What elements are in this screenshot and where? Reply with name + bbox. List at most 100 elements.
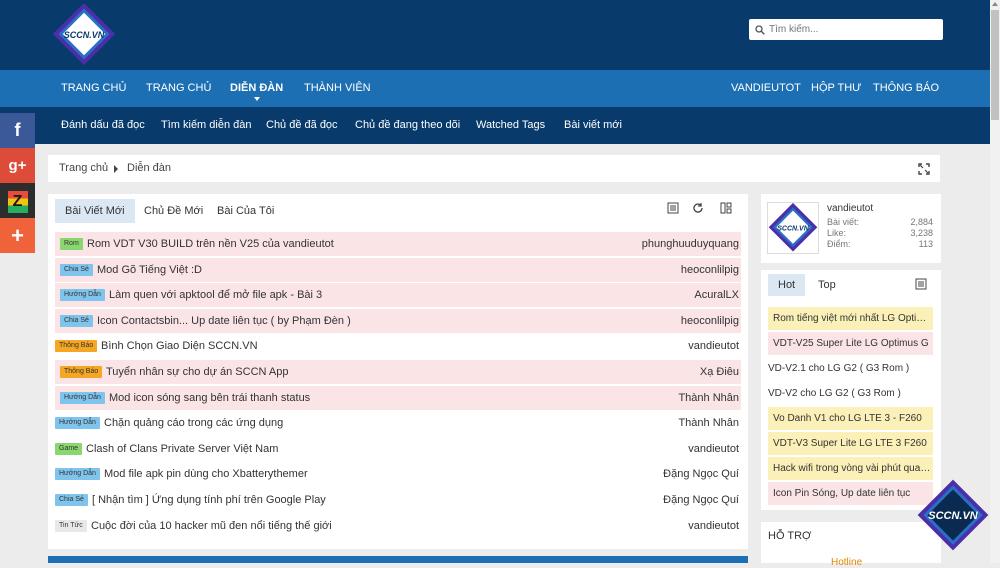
facebook-icon[interactable]: f xyxy=(0,113,35,148)
scroll-up-arrow-icon[interactable] xyxy=(992,2,998,6)
thread-row[interactable]: Game Clash of Clans Private Server Việt N… xyxy=(55,437,741,461)
thread-title[interactable]: Làm quen với apktool để mở file apk - Bà… xyxy=(109,283,322,307)
thread-row[interactable]: Hướng Dẫn Chặn quảng cáo trong các ứng dụ… xyxy=(55,411,741,435)
caret-down-icon xyxy=(253,97,260,101)
thread-last-poster[interactable]: Đặng Ngọc Quí xyxy=(663,488,739,512)
thread-last-poster[interactable]: phunghuuduyquang xyxy=(642,232,739,256)
subnav-read-threads[interactable]: Chủ đề đã đọc xyxy=(266,107,338,144)
nav-home-2[interactable]: TRANG CHỦ xyxy=(146,70,211,107)
thread-last-poster[interactable]: vandieutot xyxy=(688,437,739,461)
nav-inbox[interactable]: HỘP THƯ xyxy=(811,70,862,107)
search-icon xyxy=(755,24,765,35)
thread-title[interactable]: Tuyển nhân sự cho dự án SCCN App xyxy=(106,360,288,384)
thread-row[interactable]: Hướng Dẫn Mod file apk pin dùng cho Xbatt… xyxy=(55,462,741,486)
thread-prefix-badge[interactable]: Hướng Dẫn xyxy=(60,391,105,404)
thread-row[interactable]: Chia Sẻ Mod Gõ Tiếng Việt :D heoconlilpig xyxy=(55,257,741,282)
tab-new-threads[interactable]: Chủ Đề Mới xyxy=(134,199,213,223)
site-header: SCCN.VN xyxy=(0,0,990,70)
thread-row[interactable]: Rom Rom VDT V30 BUILD trên nền V25 của va… xyxy=(55,232,741,256)
hot-thread-item[interactable]: Icon Pin Sóng, Up date liên tục xyxy=(768,482,933,505)
hot-thread-item[interactable]: VDT-V25 Super Lite LG Optimus G xyxy=(768,332,933,355)
hot-thread-item[interactable]: VD-V2.1 cho LG G2 ( G3 Rom ) xyxy=(763,357,928,380)
column-view-icon[interactable] xyxy=(718,202,734,218)
scroll-thumb[interactable] xyxy=(991,10,999,120)
floating-logo[interactable]: SCCN.VN xyxy=(912,474,994,556)
thread-prefix-badge[interactable]: Thông Báo xyxy=(55,340,98,353)
thread-last-poster[interactable]: Đặng Ngọc Quí xyxy=(663,462,739,486)
tab-new-posts[interactable]: Bài Viết Mới xyxy=(55,199,135,223)
search-input[interactable] xyxy=(769,24,929,35)
hot-thread-item[interactable]: Rom tiếng việt mới nhất LG Optimus G xyxy=(768,307,933,330)
site-logo[interactable]: SCCN.VN xyxy=(52,2,116,66)
thread-prefix-badge[interactable]: Hướng Dẫn xyxy=(60,289,105,302)
thread-row[interactable]: Hướng Dẫn Mod icon sóng sang bên trái tha… xyxy=(55,385,741,410)
thread-prefix-badge[interactable]: Chia Sẻ xyxy=(55,494,88,506)
fullscreen-icon[interactable] xyxy=(918,163,930,175)
thread-row[interactable]: Chia Sẻ [ Nhận tìm ] Ứng dụng tính phí tr… xyxy=(55,488,741,512)
hot-thread-item[interactable]: VD-V2 cho LG G2 ( G3 Rom ) xyxy=(763,382,928,405)
thread-prefix-badge[interactable]: Hướng Dẫn xyxy=(55,417,100,430)
thread-last-poster[interactable]: Thành Nhân xyxy=(678,386,739,410)
hot-thread-item[interactable]: VDT-V3 Super Lite LG LTE 3 F260 xyxy=(768,432,933,455)
nav-members[interactable]: THÀNH VIÊN xyxy=(304,70,371,107)
thread-last-poster[interactable]: heoconlilpig xyxy=(681,309,739,333)
subnav-search-forums[interactable]: Tìm kiếm diễn đàn xyxy=(161,107,251,144)
nav-home[interactable]: TRANG CHỦ xyxy=(61,70,126,107)
hot-thread-item[interactable]: Hack wifi trong vòng vài phút qua WPS xyxy=(768,457,933,480)
subnav-new-posts[interactable]: Bài viết mới xyxy=(564,107,622,144)
thread-title[interactable]: Mod Gõ Tiếng Việt :D xyxy=(97,258,202,282)
tab-top[interactable]: Top xyxy=(808,274,846,296)
search-box[interactable] xyxy=(749,19,943,40)
thread-prefix-badge[interactable]: Chia Sẻ xyxy=(60,263,93,276)
subnav-watched-threads[interactable]: Chủ đề đang theo dõi xyxy=(355,107,460,144)
thread-title[interactable]: Cuộc đời của 10 hacker mũ đen nổi tiếng … xyxy=(91,514,332,538)
thread-row[interactable]: Tin Tức Cuộc đời của 10 hacker mũ đen nổi… xyxy=(55,514,741,538)
thread-row[interactable]: Chia Sẻ Icon Contactsbin... Up date liên … xyxy=(55,308,741,333)
thread-last-poster[interactable]: Xạ Điêu xyxy=(700,360,739,384)
stat-posts-value: 2,884 xyxy=(910,217,933,227)
tab-hot[interactable]: Hot xyxy=(768,274,806,296)
zing-icon[interactable]: Z xyxy=(0,183,35,218)
breadcrumb-home[interactable]: Trang chủ xyxy=(59,155,108,182)
list-view-icon[interactable] xyxy=(915,278,927,290)
google-plus-icon[interactable]: g+ xyxy=(0,148,35,183)
tab-my-posts[interactable]: Bài Của Tôi xyxy=(207,199,284,223)
thread-last-poster[interactable]: heoconlilpig xyxy=(681,258,739,282)
thread-row[interactable]: Thông Báo Bình Chọn Giao Diện SCCN.VN vand… xyxy=(55,334,741,358)
stat-likes-value: 3,238 xyxy=(910,228,933,238)
thread-prefix-badge[interactable]: Game xyxy=(55,442,83,455)
plus-icon[interactable]: + xyxy=(0,218,35,253)
subnav-mark-read[interactable]: Đánh dấu đã đọc xyxy=(61,107,145,144)
thread-prefix-badge[interactable]: Thông Báo xyxy=(60,366,103,378)
thread-title[interactable]: Mod file apk pin dùng cho Xbatterythemer xyxy=(104,462,308,486)
thread-prefix-badge[interactable]: Chia Sẻ xyxy=(60,314,93,327)
user-name[interactable]: vandieutot xyxy=(827,203,873,214)
thread-prefix-badge[interactable]: Rom xyxy=(60,238,83,250)
nav-username[interactable]: VANDIEUTOT xyxy=(731,70,801,107)
thread-title[interactable]: Rom VDT V30 BUILD trên nền V25 của vandi… xyxy=(87,232,334,256)
nav-forums[interactable]: DIỄN ĐÀN xyxy=(230,70,283,107)
avatar[interactable]: SCCN.VN xyxy=(767,202,819,254)
thread-title[interactable]: [ Nhận tìm ] Ứng dụng tính phí trên Goog… xyxy=(92,488,326,512)
thread-title[interactable]: Bình Chọn Giao Diện SCCN.VN xyxy=(101,334,258,358)
thread-title[interactable]: Icon Contactsbin... Up date liên tục ( b… xyxy=(97,309,351,333)
thread-title[interactable]: Mod icon sóng sang bên trái thanh status xyxy=(109,386,310,410)
thread-title[interactable]: Chặn quảng cáo trong các ứng dụng xyxy=(104,411,283,435)
thread-row[interactable]: Hướng Dẫn Làm quen với apktool để mở file… xyxy=(55,283,741,308)
subnav-watched-tags[interactable]: Watched Tags xyxy=(476,107,545,144)
thread-last-poster[interactable]: vandieutot xyxy=(688,514,739,538)
breadcrumb-forums[interactable]: Diễn đàn xyxy=(127,155,171,182)
hot-thread-item[interactable]: Vo Danh V1 cho LG LTE 3 - F260 xyxy=(768,407,933,430)
thread-row[interactable]: Thông Báo Tuyển nhân sự cho dự án SCCN Ap… xyxy=(55,360,741,384)
stat-points-value: 113 xyxy=(918,239,933,249)
new-posts-panel: Bài Viết Mới Chủ Đề Mới Bài Của Tôi Rom R… xyxy=(48,194,748,549)
thread-prefix-badge[interactable]: Tin Tức xyxy=(55,519,87,532)
thread-last-poster[interactable]: AcuralLX xyxy=(694,283,739,307)
thread-title[interactable]: Clash of Clans Private Server Việt Nam xyxy=(86,437,278,461)
nav-alerts[interactable]: THÔNG BÁO xyxy=(873,70,939,107)
thread-prefix-badge[interactable]: Hướng Dẫn xyxy=(55,468,100,481)
thread-last-poster[interactable]: Thành Nhân xyxy=(678,411,739,435)
refresh-icon[interactable] xyxy=(690,202,706,218)
list-view-icon[interactable] xyxy=(665,202,681,218)
thread-last-poster[interactable]: vandieutot xyxy=(688,334,739,358)
